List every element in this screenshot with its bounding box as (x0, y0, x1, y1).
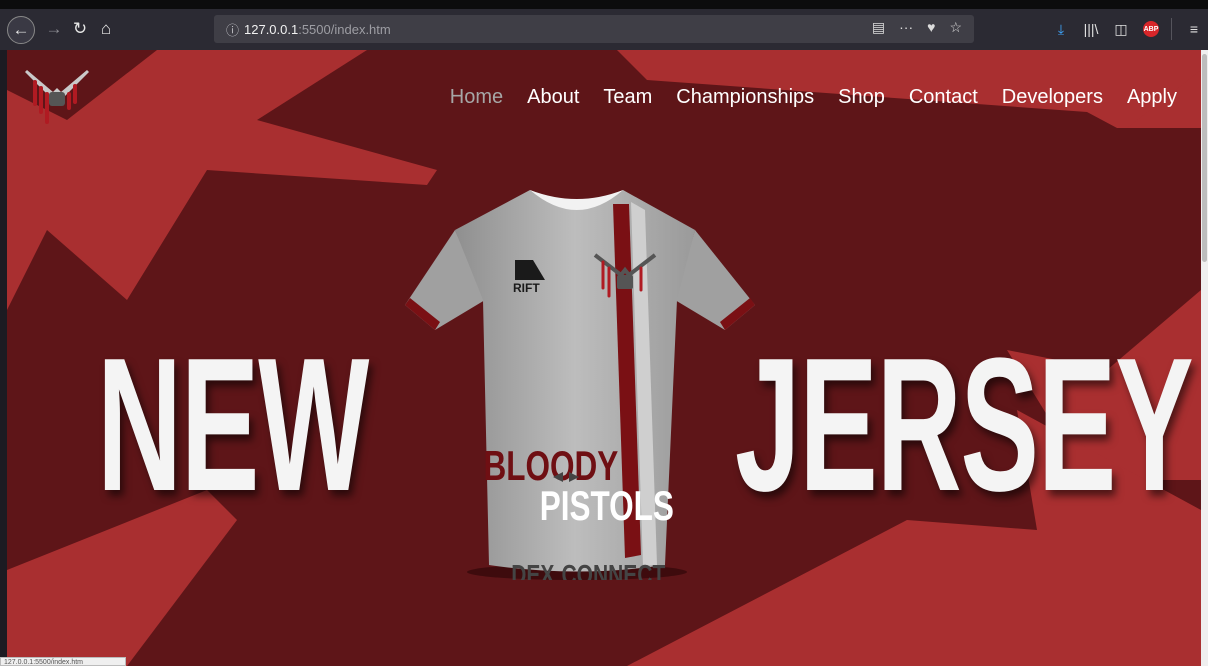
download-icon[interactable]: ⤓ (1047, 15, 1075, 43)
jersey-image: RIFT BLOODY PISTOLS DEX CONNECT (405, 190, 755, 580)
toolbar-divider (1171, 18, 1172, 40)
nav-developers[interactable]: Developers (1002, 86, 1103, 109)
adblock-icon[interactable]: ABP (1137, 15, 1165, 43)
nav-apply[interactable]: Apply (1127, 86, 1177, 109)
home-button[interactable]: ⌂ (92, 15, 120, 43)
reload-button[interactable]: ↻ (66, 15, 94, 43)
hero-left-word: NEW (97, 319, 369, 531)
page-actions-icon[interactable]: ··· (899, 19, 913, 36)
web-page: Home About Team Championships Shop Conta… (7, 50, 1201, 666)
bookmark-star-icon[interactable]: ☆ (949, 19, 962, 36)
jersey-team-line2: PISTOLS (540, 482, 674, 530)
url-host: 127.0.0.1 (244, 21, 299, 37)
team-logo[interactable] (21, 64, 93, 134)
main-nav: Home About Team Championships Shop Conta… (450, 86, 1177, 109)
library-icon[interactable]: |||\ (1077, 15, 1105, 43)
reader-view-icon[interactable]: ▤ (872, 19, 885, 36)
hero-right-word: JERSEY (735, 319, 1194, 531)
jersey-brand: RIFT (513, 281, 540, 295)
info-icon[interactable]: ⓘ (226, 20, 244, 39)
nav-contact[interactable]: Contact (909, 86, 978, 109)
menu-icon[interactable]: ≡ (1180, 15, 1208, 43)
nav-team[interactable]: Team (603, 86, 652, 109)
jersey-sponsor-left: DEX (511, 560, 555, 580)
status-bar: 127.0.0.1:5500/index.htm (0, 657, 126, 666)
pocket-icon[interactable]: ♥ (927, 19, 935, 36)
nav-championships[interactable]: Championships (676, 86, 814, 109)
jersey-sponsor-right: CONNECT (562, 560, 666, 580)
nav-home[interactable]: Home (450, 86, 503, 109)
sidebar-icon[interactable]: ◫ (1107, 15, 1135, 43)
forward-button[interactable]: → (40, 15, 68, 43)
back-button[interactable]: ← (7, 16, 35, 44)
browser-toolbar: ← → ↻ ⌂ ⓘ 127.0.0.1:5500/index.htm ▤ ···… (0, 0, 1208, 50)
nav-about[interactable]: About (527, 86, 579, 109)
nav-shop[interactable]: Shop (838, 86, 885, 109)
page-scrollbar[interactable] (1201, 50, 1208, 666)
url-bar[interactable]: ⓘ 127.0.0.1:5500/index.htm ▤ ··· ♥ ☆ (214, 15, 974, 43)
url-path: :5500/index.htm (298, 21, 391, 37)
scrollbar-thumb[interactable] (1202, 54, 1207, 262)
